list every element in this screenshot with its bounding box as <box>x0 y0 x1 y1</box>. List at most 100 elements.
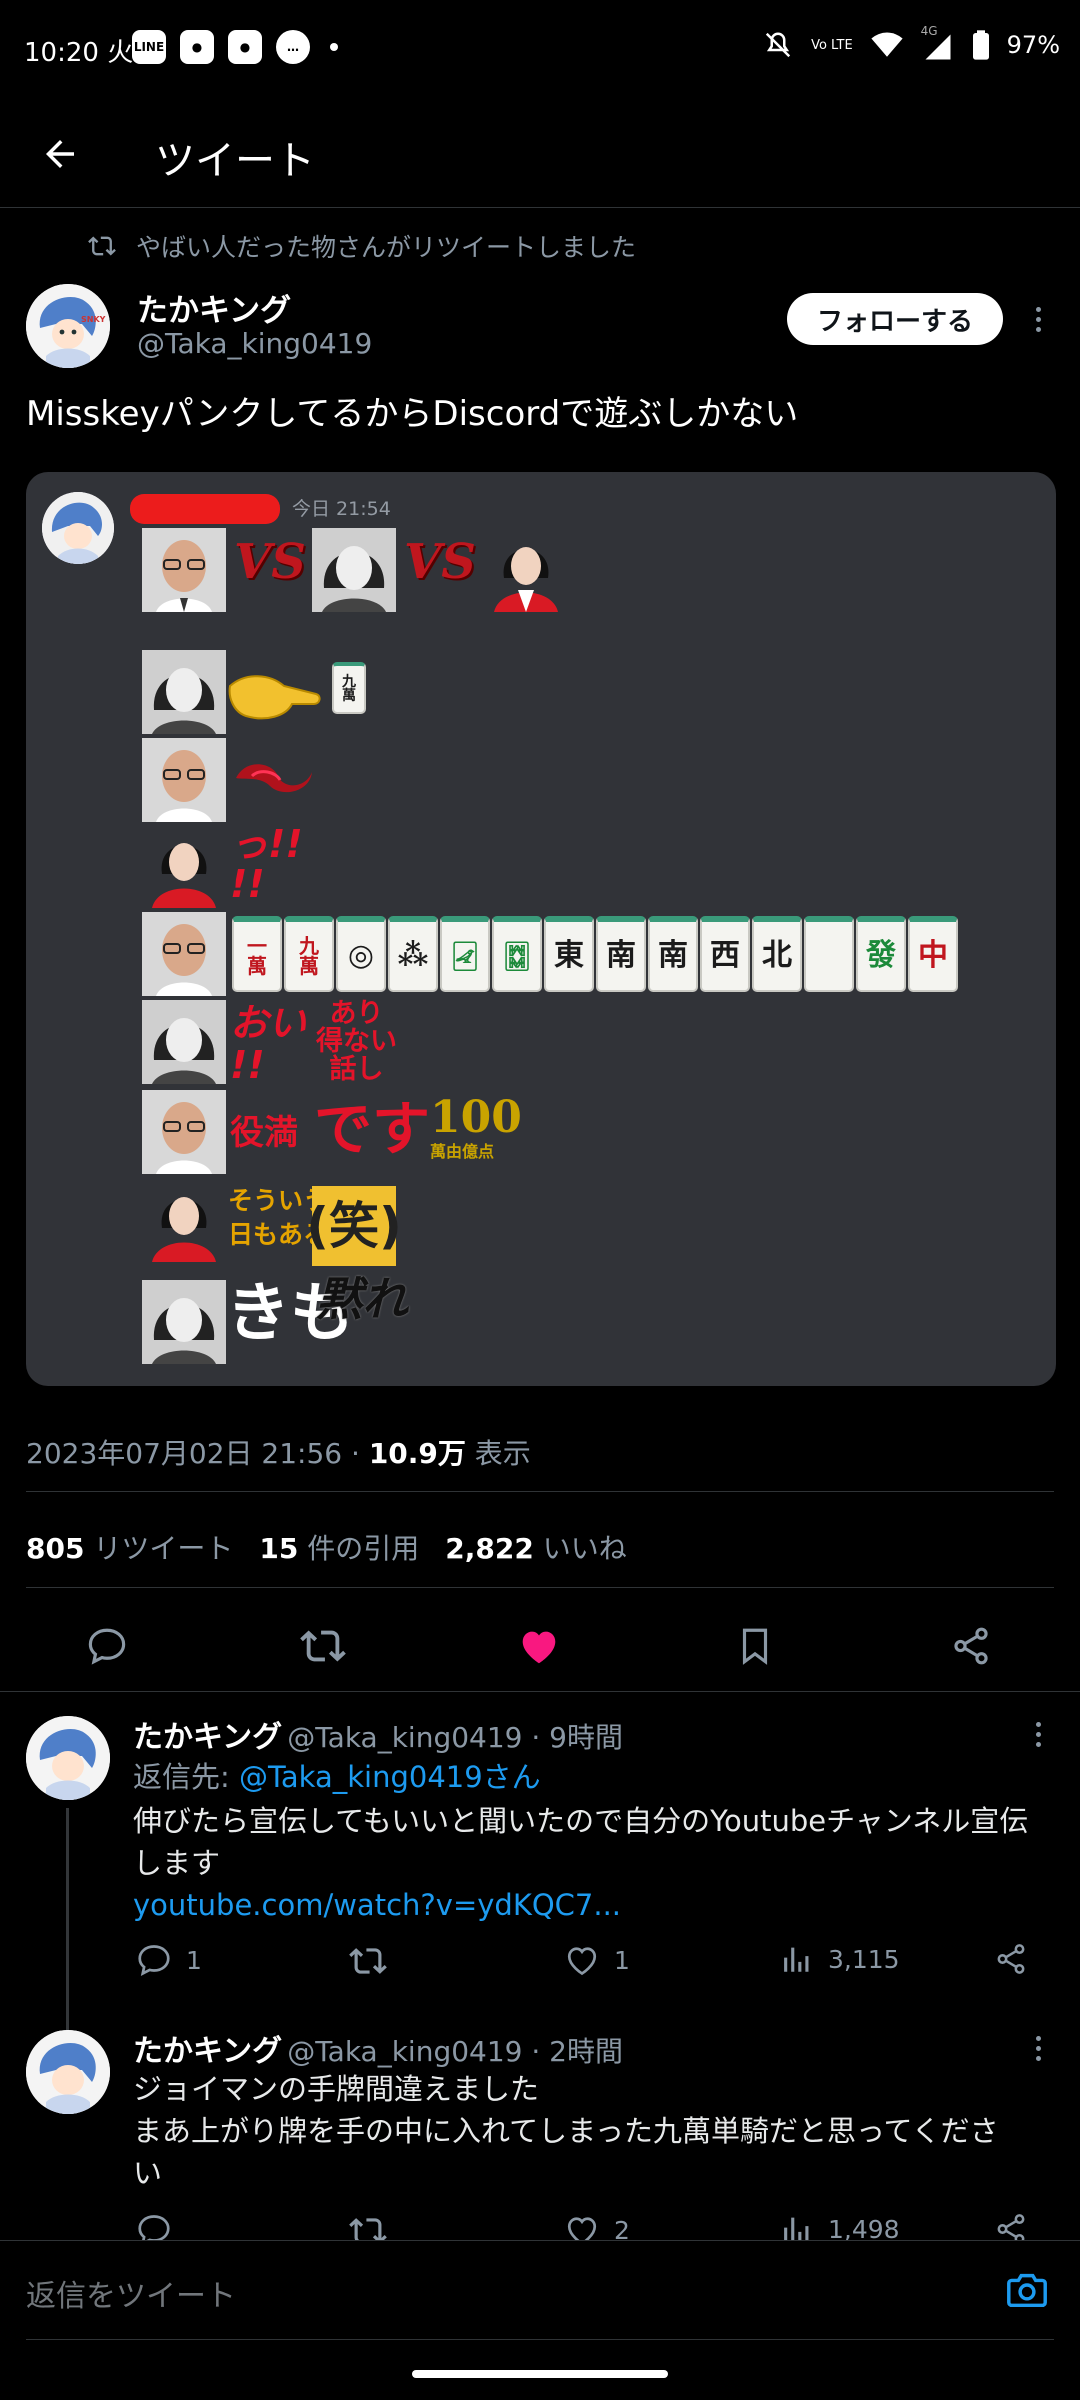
face-woman-bw-icon <box>312 528 396 612</box>
reply-retweet-button[interactable] <box>349 1942 387 1980</box>
stamp-points: 100 <box>430 1092 522 1143</box>
retweets-stat[interactable]: 805 リツイート <box>26 1527 233 1567</box>
author-name[interactable]: たかキング <box>137 285 291 330</box>
reply-author-name[interactable]: たかキング <box>133 1720 282 1755</box>
mahjong-tile: 南 <box>596 916 646 992</box>
face-woman-red-icon <box>142 824 226 908</box>
bookmark-button[interactable] <box>730 1621 780 1671</box>
share-button[interactable] <box>946 1621 996 1671</box>
retweet-icon <box>300 1630 346 1662</box>
likes-stat[interactable]: 2,822 いいね <box>445 1527 627 1567</box>
reply-share-button[interactable] <box>994 1942 1028 1976</box>
face-woman-red-icon <box>484 528 568 612</box>
retweet-icon <box>349 1948 387 1974</box>
mahjong-tile: 九 萬 <box>284 916 334 992</box>
reply-views-button[interactable]: 3,115 <box>780 1942 900 1976</box>
reply-meta: @Taka_king0419 · 2時間 <box>287 2035 623 2068</box>
face-man-glasses-icon <box>142 738 226 822</box>
back-button[interactable] <box>30 124 90 184</box>
stamp-warai: (笑) <box>306 1186 402 1266</box>
reply-author-name[interactable]: たかキング <box>133 2034 282 2069</box>
reply-like-button[interactable]: 1 <box>564 1942 630 1978</box>
divider <box>26 2339 1054 2340</box>
tweet-media-image[interactable]: 今日 21:54 VS VS 九 萬 っ!! !! 一 萬九 萬 ◎ ⁂ 🀐 🀗 東南南西… <box>26 472 1056 1386</box>
divider <box>26 1587 1054 1588</box>
reply-input[interactable]: 返信をツイート <box>26 2271 236 2315</box>
app-icon: ● <box>228 30 262 64</box>
face-man-glasses-icon <box>142 1090 226 1174</box>
stamp-arienai: あり 得ない 話し <box>316 998 397 1085</box>
mahjong-tile: 一 萬 <box>232 916 282 992</box>
mahjong-tile: 🀗 <box>492 916 542 992</box>
tweet-stats: 805 リツイート 15 件の引用 2,822 いいね <box>26 1527 627 1567</box>
divider <box>26 1491 1054 1492</box>
quotes-stat[interactable]: 15 件の引用 <box>259 1527 419 1567</box>
mahjong-tile: 東 <box>544 916 594 992</box>
stamp-points-sub: 萬由億点 <box>430 1142 495 1161</box>
home-indicator[interactable] <box>412 2370 668 2378</box>
stamp-oi: おい !! <box>230 1001 307 1087</box>
stamp-yakuman: 役満 <box>230 1113 298 1153</box>
face-woman-bw-icon <box>142 1280 226 1364</box>
hand-pointing-icon <box>226 664 322 742</box>
reply-avatar[interactable] <box>26 1716 110 1800</box>
retweet-icon <box>88 236 116 256</box>
mahjong-tile: 🀐 <box>440 916 490 992</box>
analytics-icon <box>784 1947 809 1972</box>
stamp-tsu: っ!! !! <box>230 822 303 906</box>
reply-text: 伸びたら宣伝してもいいと聞いたので自分のYoutubeチャンネル宣伝 <box>133 1804 1029 1838</box>
stamp-desu: です <box>314 1095 431 1163</box>
vs-text: VS <box>234 534 306 590</box>
reply-text: ジョイマンの手牌間違えました <box>133 2072 540 2106</box>
chat-icon: … <box>276 30 310 64</box>
ron-effect-icon <box>232 758 316 802</box>
status-time: 10:20 火 <box>24 38 134 68</box>
mahjong-tile <box>804 916 854 992</box>
like-button[interactable] <box>514 1621 564 1671</box>
tweet-text: Misskeyパンクしてるから​Discordで遊ぶしかない <box>26 394 799 434</box>
more-options-icon[interactable] <box>1023 299 1053 339</box>
camera-icon <box>1007 2273 1047 2308</box>
reply-to-link[interactable]: @Taka_king0419さん <box>239 1760 541 1794</box>
tweet-timestamp: 2023年07月02日 21:56 · 10.9万 表示 <box>26 1437 531 1470</box>
mahjong-tile: 發 <box>856 916 906 992</box>
share-icon <box>997 1944 1025 1974</box>
face-woman-red-icon <box>142 1178 226 1262</box>
retweet-button[interactable] <box>298 1621 348 1671</box>
notification-icons: LINE ● ● … <box>132 30 338 64</box>
signal-icon: 4G <box>921 24 955 60</box>
reply-avatar[interactable] <box>26 2030 110 2114</box>
reply-comment-button[interactable]: 1 <box>136 1942 202 1978</box>
stamp-damare: 黙れ <box>316 1272 408 1326</box>
tweet-actions <box>0 1601 1080 1691</box>
youtube-link[interactable]: youtube.com/watch?v=ydKQC7... <box>133 1884 621 1926</box>
discard-tile: 九 萬 <box>332 662 366 714</box>
reply-button[interactable] <box>82 1621 132 1671</box>
reply-more-options-icon[interactable] <box>1023 2028 1053 2068</box>
reply-composer: 返信をツイート <box>0 2240 1080 2340</box>
battery-percent: 97% <box>1006 31 1060 59</box>
more-notifications-icon <box>330 43 338 51</box>
author-handle[interactable]: @Taka_king0419 <box>137 327 372 360</box>
face-woman-bw-icon <box>142 650 226 734</box>
vs-text-2: VS <box>404 534 476 590</box>
face-woman-bw-icon <box>142 1000 226 1084</box>
heart-icon <box>567 1947 597 1976</box>
mahjong-tile: ◎ <box>336 916 386 992</box>
reply-meta: @Taka_king0419 · 9時間 <box>287 1721 623 1754</box>
face-man-glasses-icon <box>142 912 226 996</box>
camera-button[interactable] <box>1004 2267 1050 2313</box>
reply-text: まあ上がり牌を手の中に入れてしまった九萬単騎だと思ってくださ <box>133 2114 999 2148</box>
page-title: ツイート <box>155 138 315 184</box>
app-bar: ツイート <box>0 100 1080 208</box>
reply-text: い <box>133 2156 163 2190</box>
arrow-left-icon <box>46 140 74 168</box>
mahjong-tile: ⁂ <box>388 916 438 992</box>
retweet-banner[interactable]: やばい人だった物さんがリツイートしました <box>88 228 636 264</box>
face-man-glasses-icon <box>142 528 226 612</box>
follow-button[interactable]: フォローする <box>787 293 1003 345</box>
reply-more-options-icon[interactable] <box>1023 1714 1053 1754</box>
message-time: 今日 21:54 <box>292 498 391 520</box>
reply-text: します <box>133 1846 221 1880</box>
author-avatar[interactable]: SNKY <box>26 284 110 368</box>
